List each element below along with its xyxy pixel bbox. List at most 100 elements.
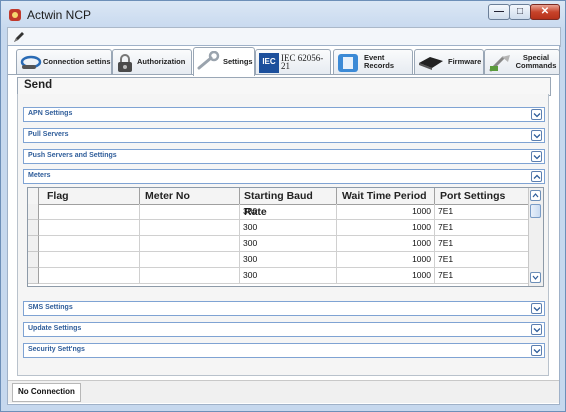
- tab-iec-62056-21[interactable]: IEC IEC 62056-21: [255, 49, 331, 74]
- row-header[interactable]: [28, 268, 39, 284]
- row-header-corner: [28, 188, 39, 204]
- chevron-down-icon: [533, 307, 541, 312]
- svg-text:IEC: IEC: [262, 57, 276, 66]
- cell-meter-no[interactable]: [140, 220, 240, 236]
- section-update-settings[interactable]: Update Settings: [23, 322, 545, 337]
- cell-wait-time[interactable]: 1000: [337, 236, 435, 252]
- row-header[interactable]: [28, 220, 39, 236]
- section-label: SMS Settings: [28, 304, 73, 311]
- cell-flag[interactable]: [39, 236, 140, 252]
- table-header: Flag Meter No Starting Baud Rate Wait Ti…: [28, 188, 534, 218]
- section-apn-settings[interactable]: APN Settings: [23, 107, 545, 122]
- expand-button[interactable]: [531, 151, 542, 162]
- section-label: Update Settings: [28, 325, 82, 332]
- cell-flag[interactable]: [39, 204, 140, 220]
- chevron-down-icon: [533, 155, 541, 160]
- column-header[interactable]: Meter No: [140, 188, 240, 204]
- cell-flag[interactable]: [39, 252, 140, 268]
- section-label: APN Settings: [28, 110, 73, 117]
- tab-label: Event Records: [364, 53, 395, 70]
- tab-label: Settings: [223, 57, 253, 66]
- chevron-down-icon: [533, 349, 541, 354]
- pen-icon[interactable]: [12, 30, 26, 44]
- connection-status: No Connection: [12, 383, 81, 402]
- cell-baud-rate[interactable]: 300: [240, 236, 337, 252]
- row-header[interactable]: [28, 252, 39, 268]
- section-push-servers[interactable]: Push Servers and Settings: [23, 149, 545, 164]
- main-panel: Connection settins Authorization Setting…: [7, 45, 560, 405]
- table-row[interactable]: 300 1000 7E1: [28, 252, 534, 268]
- table-row[interactable]: 300 1000 7E1: [28, 204, 534, 220]
- chevron-down-icon: [533, 134, 541, 139]
- document-icon: [338, 54, 358, 72]
- cell-flag[interactable]: [39, 268, 140, 284]
- collapse-button[interactable]: [531, 171, 542, 182]
- column-header[interactable]: Port Settings: [435, 188, 534, 204]
- cell-port-settings[interactable]: 7E1: [435, 220, 534, 236]
- tab-label: IEC 62056-21: [281, 53, 324, 71]
- cell-port-settings[interactable]: 7E1: [435, 204, 534, 220]
- cell-baud-rate[interactable]: 300: [240, 204, 337, 220]
- column-header[interactable]: Flag: [39, 188, 140, 204]
- tab-authorization[interactable]: Authorization: [112, 49, 192, 74]
- column-header[interactable]: Wait Time Period: [337, 188, 435, 204]
- title-bar[interactable]: Actwin NCP — □ ✕: [1, 1, 565, 29]
- section-meters[interactable]: Meters: [23, 169, 545, 184]
- cell-port-settings[interactable]: 7E1: [435, 236, 534, 252]
- table-row[interactable]: 300 1000 7E1: [28, 236, 534, 252]
- expand-button[interactable]: [531, 303, 542, 314]
- row-header[interactable]: [28, 204, 39, 220]
- maximize-button[interactable]: □: [509, 4, 531, 20]
- cell-wait-time[interactable]: 1000: [337, 220, 435, 236]
- expand-button[interactable]: [531, 109, 542, 120]
- meters-table: Flag Meter No Starting Baud Rate Wait Ti…: [27, 187, 544, 287]
- cell-meter-no[interactable]: [140, 204, 240, 220]
- window-title: Actwin NCP: [27, 8, 92, 22]
- section-sms-settings[interactable]: SMS Settings: [23, 301, 545, 316]
- tab-event-records[interactable]: Event Records: [333, 49, 413, 74]
- table-row[interactable]: 300 1000 7E1: [28, 268, 534, 284]
- chevron-down-icon: [532, 275, 539, 280]
- cell-port-settings[interactable]: 7E1: [435, 268, 534, 284]
- expand-button[interactable]: [531, 324, 542, 335]
- tab-firmware[interactable]: Firmware: [414, 49, 484, 74]
- tab-label: Connection settins: [43, 57, 111, 66]
- tab-special-commands[interactable]: Special Commands: [484, 49, 560, 74]
- column-header[interactable]: Starting Baud Rate: [240, 188, 337, 218]
- row-header[interactable]: [28, 236, 39, 252]
- vertical-scrollbar[interactable]: [528, 188, 543, 286]
- tab-divider: [8, 74, 559, 75]
- cell-wait-time[interactable]: 1000: [337, 204, 435, 220]
- scroll-up-button[interactable]: [530, 190, 541, 201]
- cell-baud-rate[interactable]: 300: [240, 252, 337, 268]
- cell-port-settings[interactable]: 7E1: [435, 252, 534, 268]
- chip-icon: [419, 57, 443, 70]
- connection-icon: [20, 55, 42, 69]
- cell-baud-rate[interactable]: 300: [240, 268, 337, 284]
- cell-meter-no[interactable]: [140, 252, 240, 268]
- minimize-icon: —: [494, 6, 504, 17]
- scroll-thumb[interactable]: [530, 204, 541, 218]
- app-window: Actwin NCP — □ ✕ Connection settins Auth…: [0, 0, 566, 412]
- close-icon: ✕: [540, 6, 550, 17]
- cell-baud-rate[interactable]: 300: [240, 220, 337, 236]
- scroll-down-button[interactable]: [530, 272, 541, 283]
- page-title: Send: [24, 79, 53, 91]
- close-button[interactable]: ✕: [530, 4, 560, 20]
- section-security-settings[interactable]: Security Sett'ngs: [23, 343, 545, 358]
- cell-meter-no[interactable]: [140, 236, 240, 252]
- table-row[interactable]: 300 1000 7E1: [28, 220, 534, 236]
- cell-wait-time[interactable]: 1000: [337, 268, 435, 284]
- cell-flag[interactable]: [39, 220, 140, 236]
- expand-button[interactable]: [531, 130, 542, 141]
- tab-label: Special Commands: [515, 53, 557, 70]
- cell-meter-no[interactable]: [140, 268, 240, 284]
- chevron-up-icon: [532, 193, 539, 198]
- minimize-button[interactable]: —: [488, 4, 510, 20]
- expand-button[interactable]: [531, 345, 542, 356]
- tab-settings[interactable]: Settings: [193, 47, 255, 76]
- tab-connection-settins[interactable]: Connection settins: [16, 49, 112, 74]
- section-pull-servers[interactable]: Pull Servers: [23, 128, 545, 143]
- status-bar: No Connection: [8, 380, 559, 403]
- cell-wait-time[interactable]: 1000: [337, 252, 435, 268]
